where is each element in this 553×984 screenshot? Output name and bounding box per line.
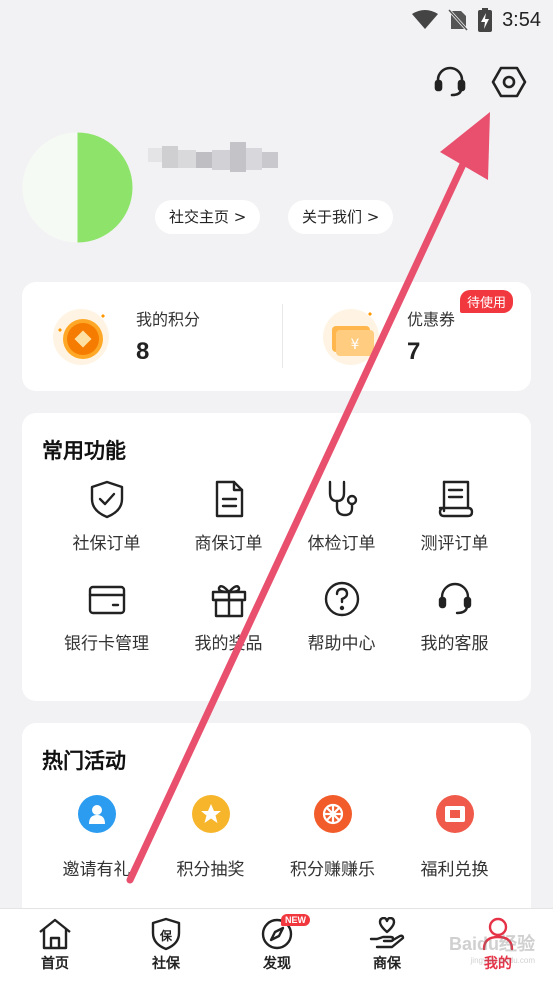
commercial-insurance-orders-item[interactable]: 商保订单 [166,479,291,554]
settings-button[interactable] [489,62,529,102]
points-earn-item[interactable]: 积分赚赚乐 [270,795,395,880]
points-value[interactable]: 8 [136,338,149,366]
shield-check-icon [90,480,123,519]
hot-activities-card: 热门活动 邀请有礼 积分抽奖 积分赚赚乐 福利兑换 [22,723,531,913]
wheel-icon [313,795,352,833]
gift-icon [211,585,246,618]
divider [282,304,283,368]
my-prizes-item[interactable]: 我的奖品 [166,579,291,654]
item-label: 银行卡管理 [64,634,149,654]
about-us-link[interactable]: 关于我们 > [288,200,394,234]
tab-discover[interactable]: NEW 发现 [237,914,317,973]
item-label: 积分赚赚乐 [290,860,375,880]
headset-icon [438,582,471,615]
section-title: 热门活动 [42,749,126,773]
welfare-exchange-item[interactable]: 福利兑换 [392,795,517,880]
ticket-icon [435,795,474,833]
hand-heart-icon [369,917,405,949]
status-time: 3:54 [502,8,541,31]
tab-label: 发现 [263,956,291,972]
coupon-pending-badge: 待使用 [460,290,514,313]
item-label: 积分抽奖 [176,860,245,880]
username-blurred [148,142,278,172]
my-customer-service-item[interactable]: 我的客服 [392,579,517,654]
star-icon [191,795,230,833]
customer-service-button[interactable] [430,62,470,102]
wifi-icon [412,10,439,29]
document-icon [215,480,243,518]
points-lottery-item[interactable]: 积分抽奖 [148,795,273,880]
headset-icon [434,66,466,97]
tab-label: 商保 [373,956,401,972]
assessment-orders-item[interactable]: 测评订单 [392,479,517,554]
tab-label: 首页 [41,956,69,972]
help-center-item[interactable]: 帮助中心 [279,579,404,654]
coupon-value[interactable]: 7 [407,338,420,366]
item-label: 测评订单 [420,534,489,554]
watermark: Baidu经验 jingyan.baidu.com [449,930,535,965]
bank-card-icon [88,585,125,615]
watermark-text: Baidu经验 [448,934,535,954]
common-functions-card: 常用功能 社保订单 商保订单 体检订单 测评订单 银行卡管理 我的奖品 帮助中心… [22,413,531,701]
invite-icon [77,795,116,833]
new-badge: NEW [281,914,310,926]
item-label: 我的客服 [420,634,489,654]
item-label: 我的奖品 [194,634,263,654]
scroll-icon [438,480,473,518]
points-label: 我的积分 [136,310,201,329]
coupon-icon[interactable]: ¥ [322,308,380,366]
item-label: 邀请有礼 [62,860,131,880]
tab-social-insurance[interactable]: 保 社保 [126,917,206,973]
section-title: 常用功能 [42,439,126,463]
avatar[interactable] [22,132,133,243]
points-coin-icon[interactable] [52,308,110,366]
points-card: 我的积分 8 ¥ 优惠券 7 待使用 [22,282,531,391]
item-label: 社保订单 [72,534,141,554]
tab-home[interactable]: 首页 [15,917,95,973]
home-icon [39,918,71,950]
tab-label: 社保 [152,956,180,972]
invite-gift-item[interactable]: 邀请有礼 [34,795,159,880]
item-label: 商保订单 [194,534,263,554]
status-bar: 3:54 [0,0,553,40]
item-label: 福利兑换 [420,860,489,880]
checkup-orders-item[interactable]: 体检订单 [279,479,404,554]
item-label: 体检订单 [307,534,376,554]
stethoscope-icon [328,480,357,517]
no-sim-icon [448,9,469,31]
social-insurance-orders-item[interactable]: 社保订单 [44,479,169,554]
svg-text:¥: ¥ [351,337,360,353]
bank-card-management-item[interactable]: 银行卡管理 [44,579,169,654]
watermark-sub: jingyan.baidu.com [470,956,535,965]
svg-text:保: 保 [159,928,173,943]
settings-hexagon-icon [491,66,527,98]
shield-bao-icon: 保 [151,917,181,951]
coupon-label: 优惠券 [407,310,456,329]
battery-charging-icon [478,8,493,32]
tab-commercial-insurance[interactable]: 商保 [347,917,427,973]
social-home-link[interactable]: 社交主页 > [155,200,261,234]
item-label: 帮助中心 [307,634,376,654]
help-icon [324,581,359,617]
